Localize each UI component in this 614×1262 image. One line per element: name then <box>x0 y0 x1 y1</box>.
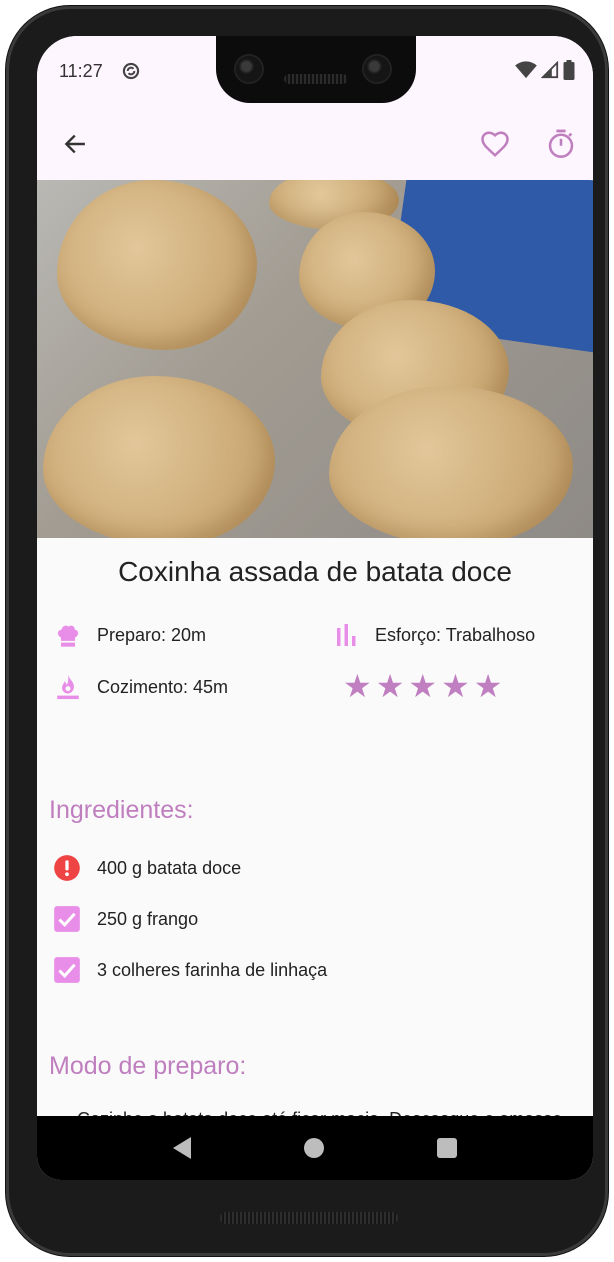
timer-icon <box>548 129 574 158</box>
chef-hat-icon <box>58 625 79 647</box>
bar-chart-icon <box>337 624 356 646</box>
front-camera <box>236 56 262 82</box>
bottom-speaker <box>220 1212 398 1224</box>
back-arrow-icon <box>64 134 85 154</box>
camera-notch <box>216 36 416 103</box>
ingredient-text: 400 g batata doce <box>97 857 242 878</box>
photo-coxinha <box>57 180 257 350</box>
battery-icon <box>563 60 575 80</box>
recipe-photo <box>37 180 593 538</box>
star-icon[interactable]: ★ <box>343 670 372 702</box>
ingredients-heading: Ingredientes: <box>49 796 194 824</box>
signal-icon <box>541 61 559 79</box>
nav-home-icon[interactable] <box>303 1138 324 1158</box>
ingredient-text: 3 colheres farinha de linhaça <box>97 959 328 980</box>
prep-time: Preparo: 20m <box>53 620 206 650</box>
flame-icon <box>57 674 79 700</box>
ingredient-item[interactable]: 3 colheres farinha de linhaça <box>53 956 327 984</box>
system-icons <box>515 60 575 80</box>
nav-back-icon[interactable] <box>173 1137 192 1159</box>
ingredient-item[interactable]: 250 g frango <box>53 905 198 933</box>
star-icon[interactable]: ★ <box>441 670 470 702</box>
earpiece-speaker <box>284 74 348 84</box>
front-camera <box>364 56 390 82</box>
favorite-button[interactable] <box>475 124 515 164</box>
back-button[interactable] <box>55 124 95 164</box>
photo-coxinha <box>329 386 573 538</box>
sync-icon <box>122 62 140 80</box>
ingredient-text: 250 g frango <box>97 908 199 929</box>
recipe-title: Coxinha assada de batata doce <box>118 556 512 587</box>
effort-level-label: Esforço: Trabalhoso <box>375 624 536 645</box>
heart-icon <box>481 131 509 157</box>
star-icon[interactable]: ★ <box>376 670 405 702</box>
ingredient-item[interactable]: 400 g batata doce <box>53 854 241 882</box>
star-icon[interactable]: ★ <box>408 670 437 702</box>
alert-circle-icon <box>54 855 80 881</box>
photo-coxinha <box>43 376 275 538</box>
nav-recents-icon[interactable] <box>436 1138 457 1158</box>
star-icon[interactable]: ★ <box>474 670 503 702</box>
app-bar <box>37 106 593 180</box>
checkbox-checked-icon[interactable] <box>53 956 81 984</box>
prep-time-label: Preparo: 20m <box>97 624 207 645</box>
screen: 11:27 Coxinha assada de batata doce Prep… <box>37 36 593 1180</box>
status-time: 11:27 <box>59 61 103 81</box>
rating-stars[interactable]: ★ ★ ★ ★ ★ <box>343 670 502 702</box>
phone-frame: 11:27 Coxinha assada de batata doce Prep… <box>6 6 608 1256</box>
wifi-icon <box>515 61 537 79</box>
cook-time-label: Cozimento: 45m <box>97 676 229 697</box>
effort-level: Esforço: Trabalhoso <box>331 620 535 650</box>
timer-button[interactable] <box>541 124 581 164</box>
checkbox-checked-icon[interactable] <box>53 905 81 933</box>
navigation-bar <box>37 1116 593 1180</box>
method-heading: Modo de preparo: <box>49 1052 247 1080</box>
cook-time: Cozimento: 45m <box>53 672 228 702</box>
